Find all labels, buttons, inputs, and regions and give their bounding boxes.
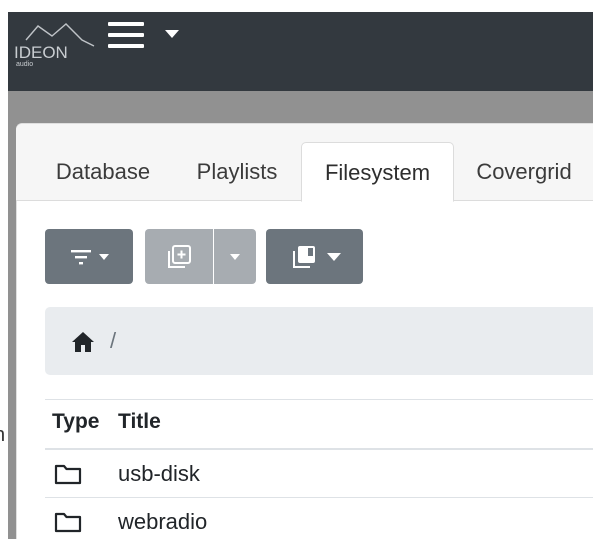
- column-header-type[interactable]: Type: [52, 410, 99, 434]
- tab-database[interactable]: Database: [40, 142, 166, 201]
- table-row[interactable]: usb-disk: [118, 461, 200, 487]
- add-to-playlist-icon: [168, 244, 191, 268]
- breadcrumb: [45, 307, 593, 375]
- table-row[interactable]: webradio: [118, 509, 207, 535]
- caret-down-icon: [326, 252, 341, 261]
- logo-subtext: audio: [16, 61, 33, 68]
- filter-icon: [71, 249, 91, 264]
- backdrop: [8, 91, 593, 123]
- table-top-border: [45, 399, 593, 400]
- ideon-audio-logo[interactable]: IDEON audio: [8, 12, 104, 70]
- folder-icon: [54, 464, 82, 485]
- logo-graphic: IDEON audio: [14, 23, 95, 68]
- logo-text: IDEON: [14, 43, 68, 62]
- caret-down-icon: [99, 253, 109, 260]
- add-to-playlist-button[interactable]: [145, 229, 213, 284]
- library-icon: [292, 245, 315, 268]
- filter-button[interactable]: [45, 229, 133, 284]
- breadcrumb-separator: /: [110, 328, 117, 353]
- left-margin: [0, 0, 8, 539]
- caret-down-icon[interactable]: [165, 30, 179, 38]
- library-button[interactable]: [266, 229, 363, 284]
- column-header-title[interactable]: Title: [118, 410, 161, 434]
- app-root: n IDEON audio Database Playlists Filesys…: [0, 0, 593, 539]
- tab-filesystem[interactable]: Filesystem: [301, 142, 454, 202]
- home-icon[interactable]: [70, 330, 96, 354]
- row-divider: [45, 497, 593, 498]
- folder-icon: [54, 512, 82, 533]
- caret-down-icon: [230, 253, 240, 260]
- table-header-divider: [45, 448, 593, 450]
- offscreen-text-fragment: n: [0, 424, 5, 447]
- tab-playlists[interactable]: Playlists: [180, 142, 294, 201]
- top-edge: [8, 0, 593, 12]
- add-dropdown-toggle[interactable]: [214, 229, 256, 284]
- hamburger-icon[interactable]: [108, 22, 148, 58]
- tab-covergrid[interactable]: Covergrid: [464, 142, 584, 201]
